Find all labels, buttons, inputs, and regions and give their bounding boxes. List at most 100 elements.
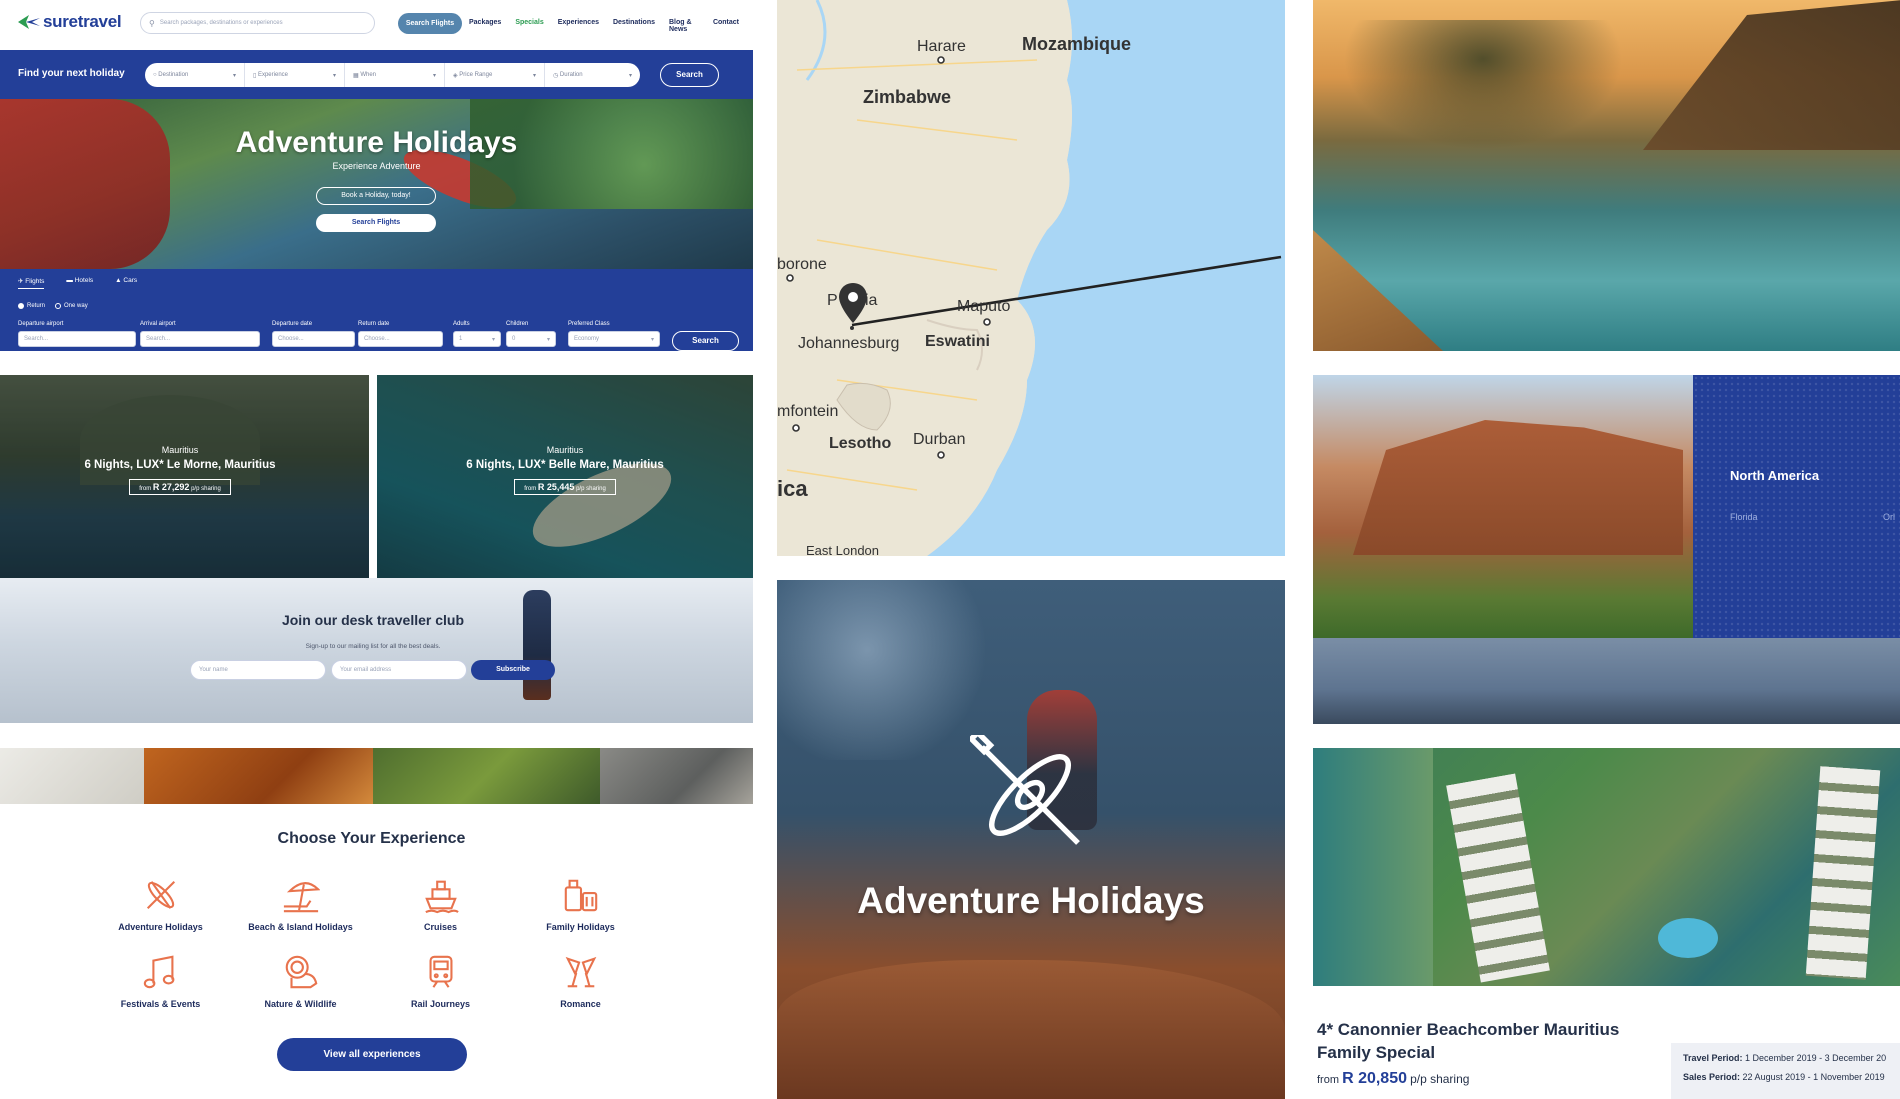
strip-photo-road xyxy=(373,748,600,804)
experience-section: Choose Your Experience Adventure Holiday… xyxy=(0,810,753,1099)
cliff-shape xyxy=(1353,420,1683,555)
hero-title: Adventure Holidays xyxy=(235,126,518,159)
chevron-down-icon: ▾ xyxy=(546,337,550,343)
experience-beach[interactable]: Beach & Island Holidays xyxy=(242,876,359,932)
view-all-experiences-button[interactable]: View all experiences xyxy=(277,1038,467,1071)
search-flights-button[interactable]: Search Flights xyxy=(398,13,462,34)
map-label-maputo: Maputo xyxy=(957,298,1011,315)
email-input[interactable]: Your email address xyxy=(331,660,467,680)
strip-photo-sand xyxy=(0,748,144,804)
deal-location: Mauritius xyxy=(546,445,584,455)
departure-airport-input[interactable]: Search... xyxy=(18,331,136,347)
subscribe-button[interactable]: Subscribe xyxy=(471,660,555,680)
map-label-harare: Harare xyxy=(917,38,966,55)
from-label: from xyxy=(1317,1074,1339,1086)
nav-experiences[interactable]: Experiences xyxy=(558,19,599,33)
chevron-down-icon: ▾ xyxy=(628,72,632,79)
experience-romance[interactable]: Romance xyxy=(522,953,639,1009)
return-label: Return xyxy=(27,303,46,309)
logo-mark-icon xyxy=(18,15,40,29)
train-icon xyxy=(429,955,452,988)
destination-label: Destination xyxy=(158,72,189,78)
bed-icon: ▬ xyxy=(66,277,75,284)
logo-text: suretravel xyxy=(43,12,122,31)
adults-select[interactable]: 1 ▾ xyxy=(453,331,501,347)
hero-subtitle: Experience Adventure xyxy=(332,161,421,171)
arrival-airport-input[interactable]: Search... xyxy=(140,331,260,347)
region-link-florida[interactable]: Florida xyxy=(1730,512,1758,522)
destination-select[interactable]: ○ Destination ▾ xyxy=(145,63,245,87)
adventure-tile-title: Adventure Holidays xyxy=(857,880,1205,921)
coast-shape xyxy=(1313,748,1433,986)
chevron-down-icon: ▾ xyxy=(650,337,654,343)
experience-festivals[interactable]: Festivals & Events xyxy=(102,953,219,1009)
hero-search-flights-button[interactable]: Search Flights xyxy=(316,214,436,232)
adventure-video-tile[interactable]: Adventure Holidays xyxy=(777,580,1285,1099)
region-link-orl[interactable]: Orl xyxy=(1883,512,1895,522)
card-overlay xyxy=(377,375,753,578)
kayak-icon xyxy=(146,880,175,910)
logo[interactable]: suretravel xyxy=(18,12,122,32)
departure-date-input[interactable]: Choose... xyxy=(272,331,355,347)
experience-label: Family Holidays xyxy=(546,922,615,932)
tab-flights[interactable]: ✈ Flights xyxy=(18,277,45,289)
experience-adventure[interactable]: Adventure Holidays xyxy=(102,876,219,932)
finder-search-button[interactable]: Search xyxy=(660,63,719,87)
book-holiday-button[interactable]: Book a Holiday, today! xyxy=(316,187,436,205)
deal-card[interactable]: Mauritius 6 Nights, LUX* Le Morne, Mauri… xyxy=(0,375,369,578)
site-header: suretravel ⚲ Search packages, destinatio… xyxy=(0,0,753,50)
experience-rail[interactable]: Rail Journeys xyxy=(382,953,499,1009)
return-radio[interactable] xyxy=(18,303,24,309)
price-select[interactable]: ◈ Price Range ▾ xyxy=(445,63,545,87)
map-label-gaborone: borone xyxy=(777,256,827,273)
traveller-club: Join our desk traveller club Sign-up to … xyxy=(0,578,753,723)
sun-glow xyxy=(777,580,997,760)
nav-packages[interactable]: Packages xyxy=(469,19,501,33)
route-map[interactable]: Harare Mozambique Zimbabwe borone P ria … xyxy=(777,0,1285,556)
oneway-radio[interactable] xyxy=(55,303,62,309)
map-label-johannesburg: Johannesburg xyxy=(798,335,900,352)
beachcomber-card[interactable]: 4* Canonnier Beachcomber Mauritius Famil… xyxy=(1313,748,1900,1099)
lion-icon xyxy=(285,955,317,989)
chevron-down-icon: ▾ xyxy=(491,337,495,343)
north-america-panel[interactable]: North America Florida Orl xyxy=(1693,375,1900,638)
map-label-bloemfontein: mfontein xyxy=(777,403,839,420)
tab-cars[interactable]: ▲ Cars xyxy=(115,277,137,289)
deal-card[interactable]: Mauritius 6 Nights, LUX* Belle Mare, Mau… xyxy=(377,375,753,578)
sharing-label: p/p sharing xyxy=(576,486,606,492)
duration-select[interactable]: ◷ Duration ▾ xyxy=(545,63,640,87)
experience-label: Festivals & Events xyxy=(120,999,201,1009)
tab-hotels-label: Hotels xyxy=(74,277,94,284)
strip-photo-ruins xyxy=(600,748,753,804)
finder-fields: ○ Destination ▾ ▯ Experience ▾ ▦ When ▾ ◈ P… xyxy=(145,63,640,87)
rock-shape xyxy=(777,960,1285,1099)
children-select[interactable]: 0 ▾ xyxy=(506,331,556,347)
tab-hotels[interactable]: ▬ Hotels xyxy=(66,277,93,289)
experience-family[interactable]: Family Holidays xyxy=(522,876,639,932)
experience-nature[interactable]: Nature & Wildlife xyxy=(242,953,359,1009)
nav-destinations[interactable]: Destinations xyxy=(613,19,655,33)
experience-cruises[interactable]: Cruises xyxy=(382,876,499,932)
nav-blog[interactable]: Blog & News xyxy=(669,19,699,33)
experience-select[interactable]: ▯ Experience ▾ xyxy=(245,63,345,87)
nav-contact[interactable]: Contact xyxy=(713,19,739,33)
nav-specials[interactable]: Specials xyxy=(515,19,543,33)
search-box[interactable]: ⚲ Search packages, destinations or exper… xyxy=(140,12,375,34)
children-value: 0 xyxy=(512,336,516,342)
tab-cars-label: Cars xyxy=(123,277,138,284)
photo-strip xyxy=(0,748,753,804)
canoe-shape xyxy=(0,99,170,269)
when-select[interactable]: ▦ When ▾ xyxy=(345,63,445,87)
map-label-mozambique: Mozambique xyxy=(1022,34,1132,54)
class-select[interactable]: Economy ▾ xyxy=(568,331,660,347)
departure-date-label: Departure date xyxy=(272,321,313,327)
flight-search-button[interactable]: Search xyxy=(672,331,739,351)
children-label: Children xyxy=(506,321,529,327)
hut-roof xyxy=(1643,0,1900,150)
return-date-input[interactable]: Choose... xyxy=(358,331,443,347)
tab-flights-label: Flights xyxy=(25,278,45,285)
trip-type: Return One way xyxy=(18,303,88,309)
name-input[interactable]: Your name xyxy=(190,660,326,680)
clock-icon: ◷ xyxy=(553,72,560,79)
calendar-icon: ▦ xyxy=(353,72,361,79)
